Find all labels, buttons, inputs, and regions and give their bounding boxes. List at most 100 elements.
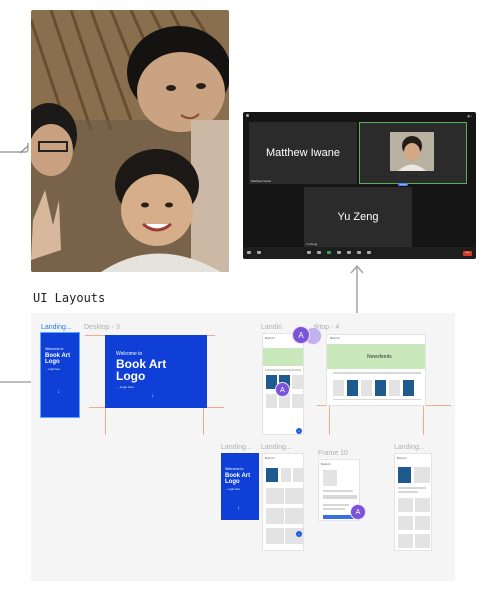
selfie-photo <box>31 10 229 272</box>
book-thumbnail[interactable] <box>266 528 284 544</box>
window-icon <box>246 114 249 117</box>
frame-label-frame-10[interactable]: Frame 10 <box>318 450 348 457</box>
frame-landing-mobile[interactable]: Welcome to Book Art Logo → Login here ↓ <box>40 332 80 418</box>
design-canvas[interactable]: Landing... Welcome to Book Art Logo → Lo… <box>31 313 455 581</box>
cta-button[interactable]: → Login here <box>45 368 60 371</box>
participant-tile-active[interactable] <box>359 122 467 184</box>
book-thumbnail[interactable] <box>361 380 372 396</box>
book-thumbnail[interactable] <box>266 394 277 408</box>
add-fab-button[interactable]: + <box>296 428 302 434</box>
book-thumbnail[interactable] <box>414 467 430 483</box>
participant-tile-matthew[interactable]: Matthew Iwane Matthew Iwane <box>249 122 357 184</box>
input-field[interactable] <box>323 495 357 499</box>
frame-desktop-3[interactable]: Welcome to Book Art Logo → Login here ↓ <box>105 335 207 408</box>
text-line <box>323 508 345 510</box>
book-thumbnail[interactable] <box>285 508 303 524</box>
book-thumbnail[interactable] <box>333 380 344 396</box>
frame-landing-d[interactable]: Book Art <box>394 453 432 551</box>
frame-label-landing-b[interactable]: Landing... <box>221 444 252 451</box>
selfie-illustration <box>31 10 229 272</box>
microphone-icon <box>247 251 251 254</box>
collaborator-avatar[interactable]: A <box>292 326 310 344</box>
frame-label-landing-c[interactable]: Landing... <box>261 444 292 451</box>
frame-label-landing-selected[interactable]: Landing... <box>41 324 72 331</box>
book-thumbnail[interactable] <box>347 380 358 396</box>
reaction-icon <box>347 251 351 254</box>
people-icon <box>307 251 311 254</box>
down-arrow-icon: ↓ <box>57 389 60 395</box>
down-arrow-icon: ↓ <box>237 505 240 511</box>
participants-button[interactable] <box>307 251 311 255</box>
book-thumbnail[interactable] <box>398 467 411 483</box>
collaborator-avatar[interactable]: A <box>275 382 290 397</box>
newsfeed-title: Newsfeeds <box>367 354 392 360</box>
share-screen-button[interactable] <box>327 251 331 255</box>
book-thumbnail[interactable] <box>266 468 278 482</box>
participant-video <box>390 132 434 171</box>
book-thumbnail[interactable] <box>281 468 291 482</box>
collaborator-avatar[interactable]: A <box>350 504 366 520</box>
book-thumbnail[interactable] <box>415 534 430 548</box>
nav-bar <box>333 372 421 374</box>
whiteboard-button[interactable] <box>367 251 371 255</box>
video-button[interactable] <box>257 251 261 255</box>
frame-label-desktop-3[interactable]: Desktop - 3 <box>84 324 120 331</box>
frame-landing-c[interactable]: Book Art + <box>262 453 304 551</box>
chat-icon <box>317 251 321 254</box>
record-button[interactable] <box>337 251 341 255</box>
call-controls <box>243 247 476 259</box>
book-cover <box>323 470 337 486</box>
frame-label-landing[interactable]: Landin <box>261 324 282 331</box>
down-arrow-icon: ↓ <box>151 393 154 399</box>
caption-line <box>333 399 421 400</box>
book-thumbnail[interactable] <box>285 488 303 504</box>
add-fab-button[interactable]: + <box>296 531 302 537</box>
end-call-button[interactable]: End <box>463 251 472 256</box>
view-button[interactable]: ▦ ▪ <box>467 114 472 118</box>
book-thumbnail[interactable] <box>403 380 414 396</box>
camera-icon <box>257 251 261 254</box>
filter-bar <box>265 369 301 371</box>
welcome-text: Welcome to <box>225 467 244 471</box>
book-thumbnail[interactable] <box>266 488 284 504</box>
book-thumbnail[interactable] <box>398 534 413 548</box>
text-line <box>398 491 418 493</box>
book-thumbnail[interactable] <box>292 394 303 408</box>
frame-label-landing-d[interactable]: Landing... <box>394 444 425 451</box>
text-line <box>323 504 349 506</box>
audio-indicator: ● ● ● <box>398 183 408 186</box>
header-logo: Book Art <box>397 457 407 460</box>
book-thumbnail[interactable] <box>375 380 386 396</box>
book-art-logo: Book Art Logo <box>116 357 167 383</box>
apps-button[interactable] <box>357 251 361 255</box>
book-thumbnail[interactable] <box>398 516 413 530</box>
book-thumbnail[interactable] <box>398 498 413 512</box>
book-thumbnail[interactable] <box>415 498 430 512</box>
text-line <box>323 490 353 492</box>
chat-button[interactable] <box>317 251 321 255</box>
book-thumbnail[interactable] <box>389 380 400 396</box>
frame-desktop-4[interactable]: Book Art Newsfeeds <box>326 334 426 406</box>
reactions-button[interactable] <box>347 251 351 255</box>
welcome-text: Welcome to <box>45 347 64 351</box>
whiteboard-icon <box>367 251 371 254</box>
share-icon <box>327 251 331 254</box>
video-call-window: ▦ ▪ Matthew Iwane Matthew Iwane ● ● ● Yu… <box>243 112 476 259</box>
cta-button[interactable]: → Login here <box>225 488 240 491</box>
book-thumbnail[interactable] <box>292 375 303 389</box>
book-thumbnail[interactable] <box>266 508 284 524</box>
frame-landing-b[interactable]: Welcome to Book Art Logo → Login here ↓ <box>221 453 259 520</box>
header-logo: Book Art <box>265 457 275 460</box>
book-art-logo: Book Art Logo <box>225 473 251 485</box>
section-title: UI Layouts <box>33 291 106 305</box>
apps-icon <box>357 251 361 254</box>
participant-tile-yu[interactable]: Yu Zeng Yu Zeng <box>304 187 412 247</box>
mute-button[interactable] <box>247 251 251 255</box>
book-thumbnail[interactable] <box>415 516 430 530</box>
book-art-logo: Book Art Logo <box>45 353 71 365</box>
record-icon <box>337 251 341 254</box>
participant-name: Yu Zeng <box>337 211 379 223</box>
cta-button[interactable]: → Login here <box>116 385 134 389</box>
book-thumbnail[interactable] <box>293 468 303 482</box>
text-line <box>398 487 426 489</box>
